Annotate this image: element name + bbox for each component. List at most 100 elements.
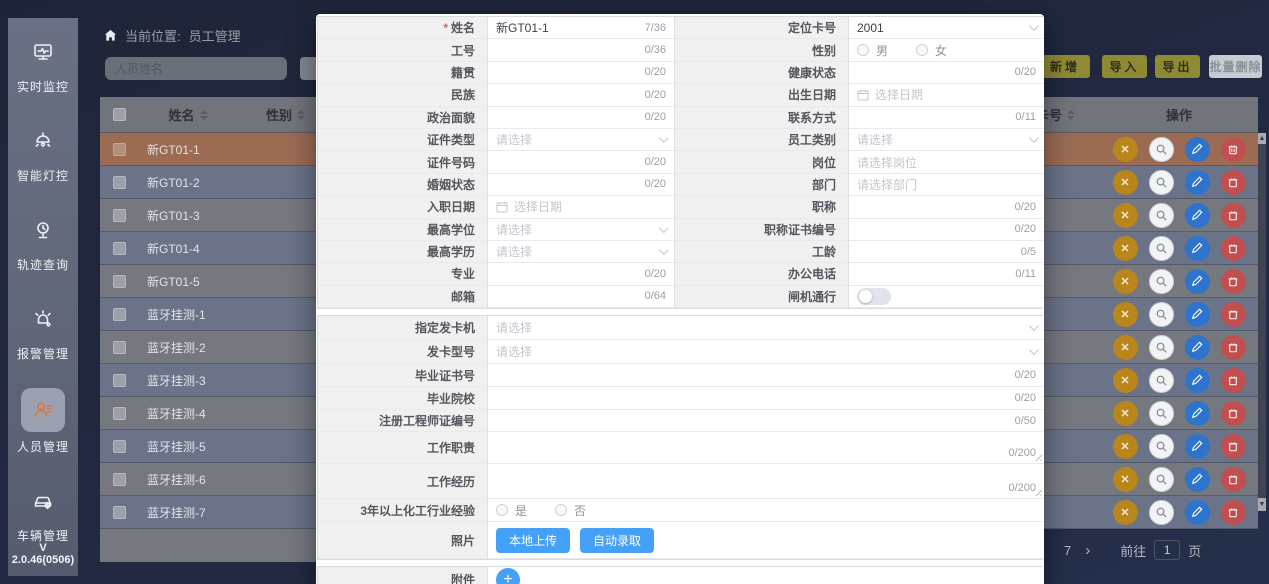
- batch-delete-button[interactable]: 批量删除: [1209, 55, 1262, 78]
- delete-button[interactable]: [1221, 302, 1246, 327]
- revoke-card-button[interactable]: ✕: [1113, 236, 1138, 261]
- employee-id-field[interactable]: 0/36: [488, 39, 674, 61]
- edit-button[interactable]: [1185, 434, 1210, 459]
- edit-button[interactable]: [1185, 467, 1210, 492]
- card-number-select[interactable]: 2001: [849, 17, 1044, 39]
- local-upload-button[interactable]: 本地上传: [496, 528, 570, 553]
- scroll-up-icon[interactable]: ▲: [1258, 134, 1266, 144]
- view-button[interactable]: [1149, 500, 1174, 525]
- diploma-number-field[interactable]: 0/20: [488, 364, 1044, 387]
- row-checkbox[interactable]: [113, 308, 126, 321]
- edit-button[interactable]: [1185, 170, 1210, 195]
- row-checkbox[interactable]: [113, 341, 126, 354]
- sidebar-item-track-query[interactable]: 轨迹查询: [17, 210, 69, 273]
- search-input[interactable]: 人员姓名: [105, 57, 287, 80]
- title-field[interactable]: 0/20: [849, 196, 1044, 218]
- id-number-field[interactable]: 0/20: [488, 151, 674, 173]
- radio-no[interactable]: 否: [555, 502, 586, 519]
- goto-page-input[interactable]: 1: [1154, 540, 1180, 560]
- revoke-card-button[interactable]: ✕: [1113, 269, 1138, 294]
- edit-button[interactable]: [1185, 236, 1210, 261]
- edit-button[interactable]: [1185, 335, 1210, 360]
- card-issuer-select[interactable]: 请选择: [488, 316, 1044, 340]
- hire-date-picker[interactable]: 选择日期: [488, 196, 674, 218]
- row-checkbox[interactable]: [113, 242, 126, 255]
- delete-button[interactable]: [1221, 203, 1246, 228]
- sidebar-item-personnel-management[interactable]: 人员管理: [17, 388, 69, 455]
- delete-button[interactable]: [1221, 335, 1246, 360]
- revoke-card-button[interactable]: ✕: [1113, 203, 1138, 228]
- department-field[interactable]: 请选择部门: [849, 174, 1044, 196]
- sort-icon[interactable]: [297, 110, 305, 120]
- row-checkbox[interactable]: [113, 440, 126, 453]
- email-field[interactable]: 0/64: [488, 286, 674, 308]
- contact-field[interactable]: 0/11: [849, 107, 1044, 129]
- view-button[interactable]: [1149, 302, 1174, 327]
- auto-capture-button[interactable]: 自动录取: [580, 528, 654, 553]
- employee-type-select[interactable]: 请选择: [849, 129, 1044, 151]
- political-status-field[interactable]: 0/20: [488, 107, 674, 129]
- edit-button[interactable]: [1185, 302, 1210, 327]
- edit-button[interactable]: [1185, 500, 1210, 525]
- add-button[interactable]: 新增: [1040, 55, 1090, 78]
- sidebar-item-realtime-monitor[interactable]: 实时监控: [17, 32, 69, 95]
- revoke-card-button[interactable]: ✕: [1113, 467, 1138, 492]
- engineer-certificate-field[interactable]: 0/50: [488, 410, 1044, 432]
- row-checkbox[interactable]: [113, 506, 126, 519]
- edit-button[interactable]: [1185, 137, 1210, 162]
- revoke-card-button[interactable]: ✕: [1113, 137, 1138, 162]
- table-scrollbar[interactable]: ▲ ▼: [1258, 133, 1266, 511]
- sidebar-item-smart-lighting[interactable]: 智能灯控: [17, 121, 69, 184]
- delete-button[interactable]: [1221, 500, 1246, 525]
- delete-button[interactable]: [1221, 368, 1246, 393]
- import-button[interactable]: 导入: [1102, 55, 1147, 78]
- sidebar-item-alarm-management[interactable]: 报警管理: [17, 299, 69, 362]
- row-checkbox[interactable]: [113, 407, 126, 420]
- radio-male[interactable]: 男: [857, 42, 888, 59]
- ethnicity-field[interactable]: 0/20: [488, 84, 674, 106]
- row-checkbox[interactable]: [113, 209, 126, 222]
- column-header-name[interactable]: 姓名: [138, 97, 238, 132]
- view-button[interactable]: [1149, 335, 1174, 360]
- radio-yes[interactable]: 是: [496, 502, 527, 519]
- view-button[interactable]: [1149, 137, 1174, 162]
- major-field[interactable]: 0/20: [488, 263, 674, 285]
- revoke-card-button[interactable]: ✕: [1113, 302, 1138, 327]
- delete-button[interactable]: [1221, 434, 1246, 459]
- row-checkbox[interactable]: [113, 275, 126, 288]
- sidebar-item-vehicle-management[interactable]: 车辆管理: [17, 481, 69, 544]
- highest-education-select[interactable]: 请选择: [488, 241, 674, 263]
- radio-female[interactable]: 女: [916, 42, 947, 59]
- title-certificate-field[interactable]: 0/20: [849, 219, 1044, 241]
- view-button[interactable]: [1149, 236, 1174, 261]
- birth-date-picker[interactable]: 选择日期: [849, 84, 1044, 106]
- view-button[interactable]: [1149, 467, 1174, 492]
- revoke-card-button[interactable]: ✕: [1113, 434, 1138, 459]
- select-all-checkbox[interactable]: [113, 108, 126, 121]
- card-model-select[interactable]: 请选择: [488, 340, 1044, 364]
- highest-degree-select[interactable]: 请选择: [488, 219, 674, 241]
- delete-button[interactable]: [1221, 170, 1246, 195]
- revoke-card-button[interactable]: ✕: [1113, 335, 1138, 360]
- work-experience-textarea[interactable]: 0/200: [488, 464, 1044, 499]
- job-duty-textarea[interactable]: 0/200: [488, 432, 1044, 464]
- view-button[interactable]: [1149, 401, 1174, 426]
- view-button[interactable]: [1149, 269, 1174, 294]
- row-checkbox[interactable]: [113, 143, 126, 156]
- post-field[interactable]: 请选择岗位: [849, 151, 1044, 173]
- edit-button[interactable]: [1185, 269, 1210, 294]
- delete-button[interactable]: [1221, 236, 1246, 261]
- health-status-field[interactable]: 0/20: [849, 62, 1044, 84]
- revoke-card-button[interactable]: ✕: [1113, 401, 1138, 426]
- id-type-select[interactable]: 请选择: [488, 129, 674, 151]
- scrollbar-thumb[interactable]: [1258, 144, 1266, 498]
- view-button[interactable]: [1149, 368, 1174, 393]
- marital-status-field[interactable]: 0/20: [488, 174, 674, 196]
- add-attachment-button[interactable]: +: [496, 568, 520, 584]
- gate-access-toggle[interactable]: [857, 288, 891, 305]
- delete-button[interactable]: [1221, 137, 1246, 162]
- years-of-service-field[interactable]: 0/5: [849, 241, 1044, 263]
- name-field[interactable]: 新GT01-17/36: [488, 17, 674, 39]
- export-button[interactable]: 导出: [1155, 55, 1200, 78]
- delete-button[interactable]: [1221, 467, 1246, 492]
